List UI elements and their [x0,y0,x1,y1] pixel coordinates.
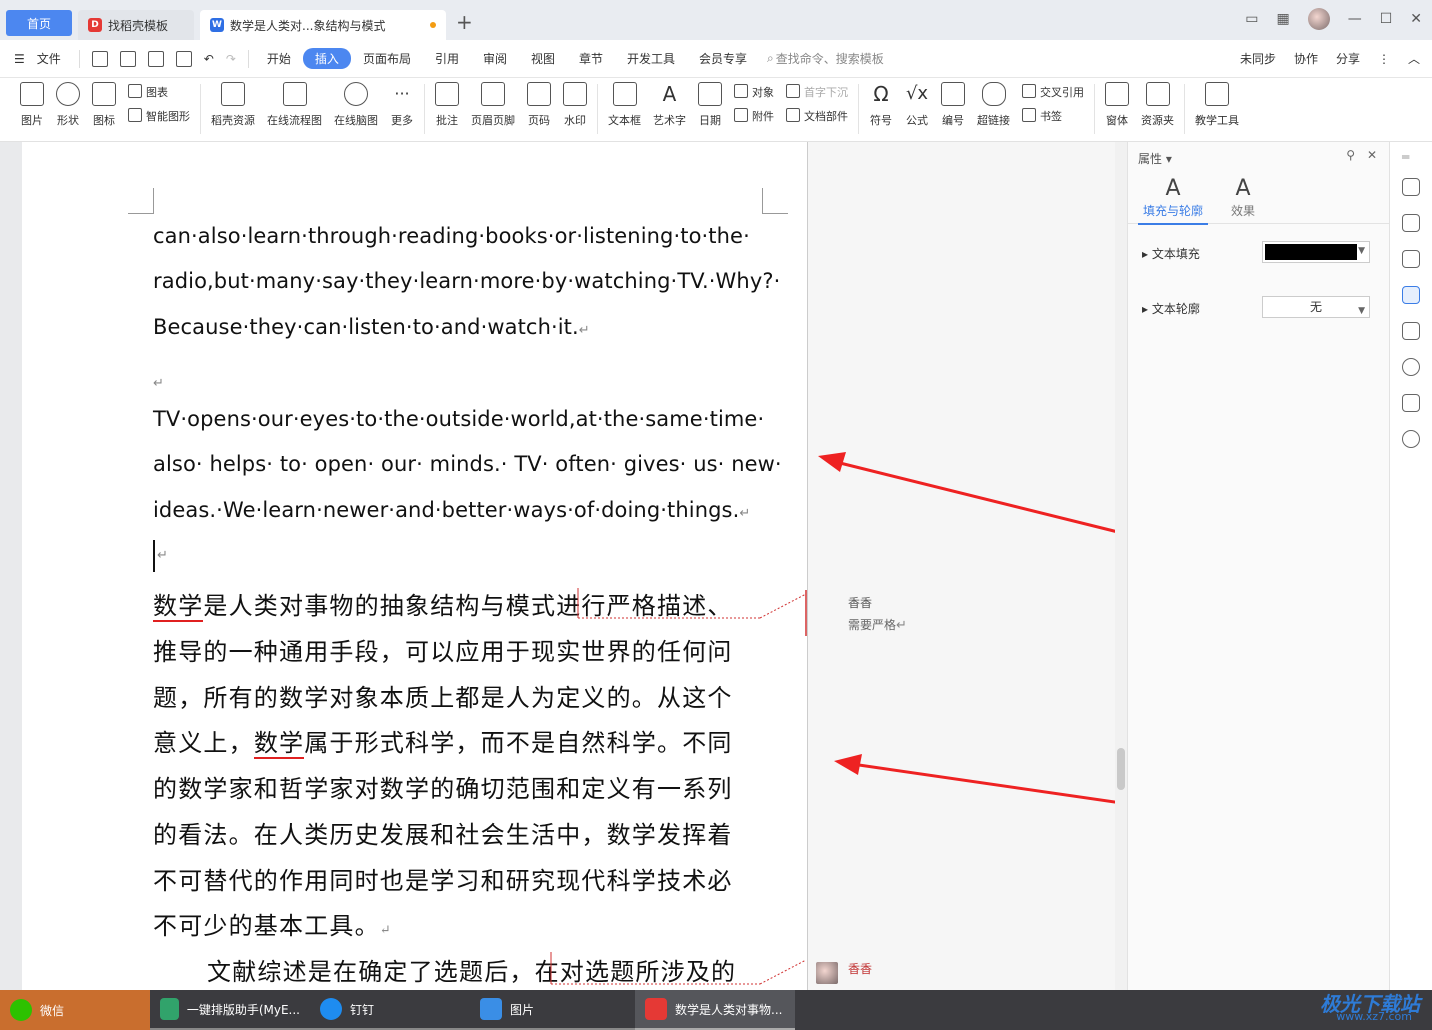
vertical-scrollbar[interactable] [1115,142,1127,990]
chevron-down-icon: ▼ [1358,306,1365,316]
book-icon[interactable] [1402,394,1420,412]
taskbar: 微信 一键排版助手(MyE... 钉钉 图片 数学是人类对事物... [0,990,1432,1030]
taskbar-dingtalk[interactable]: 钉钉 [310,990,470,1030]
tab-effects-label: 效果 [1230,204,1255,218]
taskbar-wechat-label: 微信 [40,1003,65,1018]
pen-icon[interactable] [1402,214,1420,232]
properties-tabs: A 填充与轮廓 A 效果 [1128,176,1390,225]
help-icon[interactable] [1402,430,1420,448]
image-tool-icon[interactable] [1402,322,1420,340]
properties-title[interactable]: 属性 ▾ [1138,150,1172,167]
red-arrow-head [818,452,846,472]
chevron-down-icon: ▼ [1358,246,1365,256]
pin-icon[interactable]: ⚲ [1346,148,1355,162]
close-panel-icon[interactable]: ✕ [1367,148,1377,162]
taskbar-dingtalk-label: 钉钉 [350,1002,375,1017]
properties-icon[interactable] [1402,286,1420,304]
photos-icon [480,998,502,1020]
taskbar-photos[interactable]: 图片 [470,990,635,1030]
tab-effects[interactable]: A 效果 [1208,176,1278,219]
location-icon[interactable] [1402,358,1420,376]
text-fill-label: 文本填充 [1151,247,1200,261]
text-effect-icon: A [1235,176,1251,201]
taskbar-myeditor-label: 一键排版助手(MyE... [186,1002,300,1017]
myeditor-icon [160,998,179,1020]
outline-value: 无 [1309,300,1322,314]
dingtalk-icon [320,998,342,1020]
taskbar-photos-label: 图片 [510,1002,535,1017]
taskbar-myeditor[interactable]: 一键排版助手(MyE... [150,990,310,1030]
fill-color-dropdown[interactable]: ▼ [1262,241,1370,263]
right-sidebar: ═ [1389,142,1432,990]
text-outline-row[interactable]: ▸ 文本轮廓 [1142,300,1200,317]
scroll-thumb[interactable] [1117,748,1125,790]
text-fill-row[interactable]: ▸ 文本填充 [1142,245,1200,262]
red-arrow-head [834,754,862,775]
rocket-icon[interactable] [1402,178,1420,196]
properties-panel: 属性 ▾ ⚲ ✕ A 填充与轮廓 A 效果 ▸ 文本填充 ▼ ▸ 文本轮廓 无 ▼ [1127,142,1390,990]
text-outline-label: 文本轮廓 [1151,302,1200,316]
taskbar-wps-label: 数学是人类对事物... [675,1002,783,1017]
tab-fill-outline-label: 填充与轮廓 [1142,204,1203,218]
text-fill-icon: A [1165,176,1181,201]
outline-dropdown[interactable]: 无 ▼ [1262,296,1370,318]
red-arrow-line [835,460,1131,537]
wps-icon [645,998,667,1020]
taskbar-wps[interactable]: 数学是人类对事物... [635,990,795,1030]
drag-handle-icon[interactable]: ═ [1402,150,1409,164]
tab-fill-outline[interactable]: A 填充与轮廓 [1138,176,1208,225]
taskbar-wechat[interactable]: 微信 [0,990,150,1030]
fill-color-swatch [1265,244,1357,260]
cursor-icon[interactable] [1402,250,1420,268]
watermark-url: www.xz7.com [1336,1010,1412,1023]
properties-title-text: 属性 [1138,152,1163,166]
wechat-icon [10,999,32,1021]
watermark-url-text: www.xz7.com [1336,1010,1412,1023]
